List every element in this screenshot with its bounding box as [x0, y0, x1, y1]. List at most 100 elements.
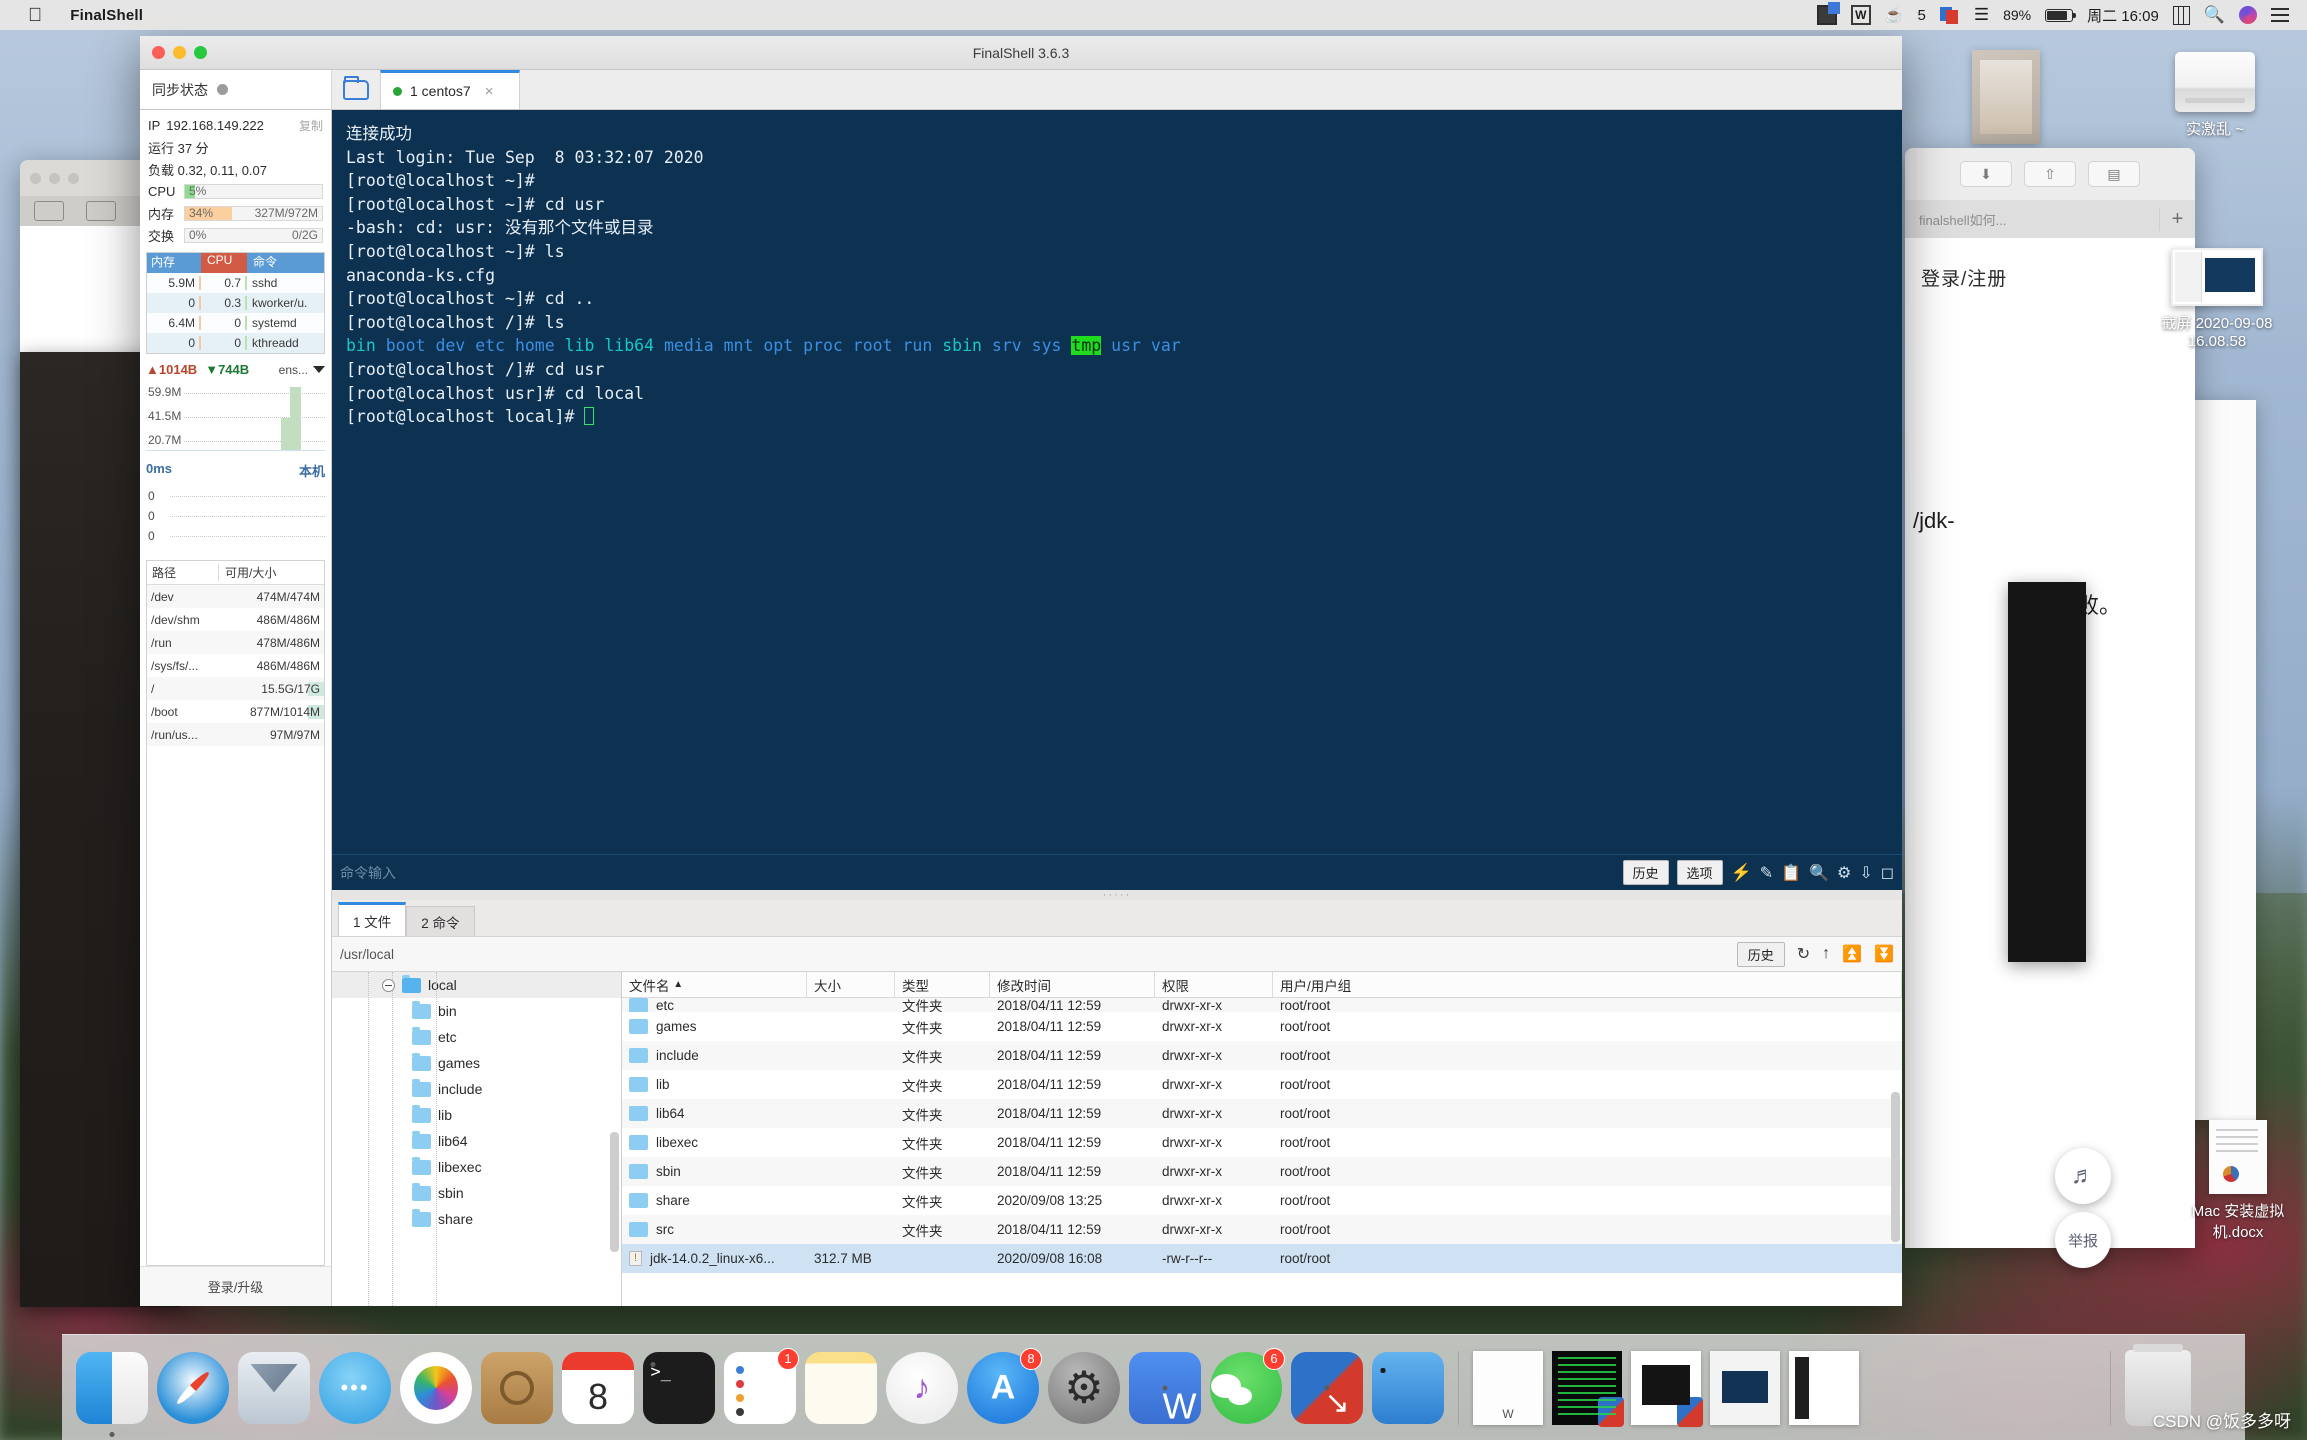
list-item[interactable]: sbin — [332, 1180, 621, 1206]
bg-left-tab-1[interactable] — [34, 201, 64, 221]
dock-item-mail[interactable] — [238, 1351, 310, 1424]
tab-files[interactable]: 1 文件 — [338, 902, 407, 936]
dock-item-appstore[interactable]: 8 — [967, 1347, 1042, 1424]
table-row[interactable]: /boot 877M/1014M — [147, 700, 324, 723]
bg-right-tab-title[interactable]: finalshell如何... — [1905, 210, 2159, 229]
input-method-icon[interactable] — [2172, 5, 2190, 25]
dock-minimized-word-doc[interactable] — [1473, 1350, 1543, 1425]
table-row[interactable]: 0 0 kthreadd — [147, 333, 324, 353]
gear-icon[interactable]: ⚙ — [1837, 863, 1851, 883]
panel-resize-handle[interactable]: ····· — [332, 889, 1902, 901]
report-button[interactable]: 举报 — [2055, 1212, 2111, 1268]
table-row[interactable]: /run/us... 97M/97M — [147, 723, 324, 746]
terminal-panel[interactable]: 连接成功 Last login: Tue Sep 8 03:32:07 2020… — [332, 110, 1902, 901]
share-icon[interactable]: ⇧ — [2024, 161, 2076, 187]
wps-icon[interactable]: W — [1850, 5, 1871, 25]
tabs-icon[interactable]: ▤ — [2088, 161, 2140, 187]
dock-item-system-preferences[interactable] — [1048, 1351, 1120, 1424]
process-header-cmd[interactable]: 命令 — [247, 253, 324, 273]
file-list-scrollbar[interactable] — [1891, 1092, 1900, 1242]
network-interface-label[interactable]: ens... — [279, 363, 308, 377]
column-header-mtime[interactable]: 修改时间 — [990, 972, 1155, 997]
dock-item-finder[interactable] — [76, 1351, 148, 1424]
control-center-icon[interactable] — [2271, 8, 2289, 22]
dock-item-photos[interactable] — [400, 1351, 472, 1424]
list-item[interactable]: games — [332, 1050, 621, 1076]
support-button[interactable]: ♬ — [2055, 1148, 2111, 1204]
column-header-type[interactable]: 类型 — [895, 972, 990, 997]
spotlight-search-icon[interactable]: 🔍 — [2204, 5, 2225, 25]
table-row[interactable]: /run 478M/486M — [147, 631, 324, 654]
dock-item-wps-office[interactable] — [1129, 1351, 1201, 1424]
bg-left-tab-2[interactable] — [86, 201, 116, 221]
column-header-name[interactable]: 文件名 ▲ — [622, 972, 807, 997]
download-icon[interactable]: ⇩ — [1859, 863, 1872, 883]
dock-item-reminders[interactable]: 1 — [724, 1347, 799, 1424]
open-folder-button[interactable] — [332, 70, 380, 109]
table-row[interactable]: libexec 文件夹 2018/04/11 12:59 drwxr-xr-x … — [622, 1128, 1902, 1157]
bolt-icon[interactable]: ⚡ — [1731, 863, 1752, 883]
up-icon[interactable]: ↑ — [1822, 945, 1830, 963]
dock-item-safari[interactable] — [157, 1351, 229, 1424]
background-photo-thumb[interactable] — [1972, 50, 2040, 144]
dock-minimized-vmware[interactable] — [1631, 1350, 1703, 1427]
screen-share-icon[interactable] — [1816, 2, 1840, 25]
table-row[interactable]: lib 文件夹 2018/04/11 12:59 drwxr-xr-x root… — [622, 1070, 1902, 1099]
tab-centos7[interactable]: 1 centos7 × — [380, 70, 520, 109]
drop-icon[interactable]: ☕ — [1885, 6, 1904, 24]
download-icon[interactable]: ⬇ — [1960, 161, 2012, 187]
table-row[interactable]: sbin 文件夹 2018/04/11 12:59 drwxr-xr-x roo… — [622, 1157, 1902, 1186]
process-header-mem[interactable]: 内存 — [147, 253, 201, 273]
collapse-icon[interactable] — [382, 978, 395, 992]
options-button[interactable]: 选项 — [1676, 860, 1723, 885]
table-row[interactable]: src 文件夹 2018/04/11 12:59 drwxr-xr-x root… — [622, 1215, 1902, 1244]
table-row[interactable]: etc 文件夹 2018/04/11 12:59 drwxr-xr-x root… — [622, 998, 1902, 1012]
dock-item-contacts[interactable] — [481, 1351, 553, 1424]
table-row[interactable]: /dev 474M/474M — [147, 585, 324, 608]
window-titlebar[interactable]: FinalShell 3.6.3 — [140, 36, 1902, 70]
command-input-bar[interactable]: 命令输入 历史 选项 ⚡ ✎ 📋 🔍 ⚙ ⇩ ◻ — [332, 854, 1902, 890]
terminal-output[interactable]: 连接成功 Last login: Tue Sep 8 03:32:07 2020… — [332, 110, 1902, 854]
column-header-perm[interactable]: 权限 — [1155, 972, 1273, 997]
table-row[interactable]: games 文件夹 2018/04/11 12:59 drwxr-xr-x ro… — [622, 1012, 1902, 1041]
directory-tree[interactable]: local bin etc games include lib lib64 li… — [332, 972, 622, 1306]
tree-node-local[interactable]: local — [332, 972, 621, 998]
list-item[interactable]: lib64 — [332, 1128, 621, 1154]
disk-header-path[interactable]: 路径 — [147, 564, 219, 581]
chevron-down-icon[interactable] — [313, 366, 325, 373]
tab-commands[interactable]: 2 命令 — [406, 906, 475, 936]
window-icon[interactable]: ◻ — [1881, 863, 1894, 883]
list-item[interactable]: etc — [332, 1024, 621, 1050]
table-row[interactable]: ! jdk-14.0.2_linux-x6... 312.7 MB 2020/09… — [622, 1244, 1902, 1273]
dock-minimized-wechat[interactable] — [1789, 1350, 1859, 1425]
table-row[interactable]: lib64 文件夹 2018/04/11 12:59 drwxr-xr-x ro… — [622, 1099, 1902, 1128]
table-row[interactable]: 0 0.3 kworker/u. — [147, 293, 324, 313]
dock-item-terminal[interactable] — [643, 1351, 715, 1424]
apple-menu-icon[interactable]:  — [28, 6, 42, 25]
table-row[interactable]: 6.4M 0 systemd — [147, 313, 324, 333]
path-input[interactable]: /usr/local — [340, 947, 1725, 962]
list-item[interactable]: bin — [332, 998, 621, 1024]
dock-item-notes[interactable] — [805, 1351, 877, 1424]
new-tab-button[interactable]: + — [2159, 207, 2195, 231]
path-history-button[interactable]: 历史 — [1736, 941, 1785, 967]
process-header-cpu[interactable]: CPU — [201, 253, 247, 273]
table-row[interactable]: /sys/fs/... 486M/486M — [147, 654, 324, 677]
download-icon[interactable]: ⏬ — [1874, 944, 1894, 964]
table-row[interactable]: include 文件夹 2018/04/11 12:59 drwxr-xr-x … — [622, 1041, 1902, 1070]
search-icon[interactable]: 🔍 — [1809, 863, 1829, 883]
dock-item-itunes[interactable] — [886, 1351, 958, 1424]
login-upgrade-button[interactable]: 登录/升级 — [140, 1266, 331, 1306]
desktop-icon-screenshot[interactable]: 截屏 2020-09-08 16.08.58 — [2138, 248, 2296, 350]
dock-item-messages[interactable] — [319, 1351, 391, 1424]
table-row[interactable]: / 15.5G/17G — [147, 677, 324, 700]
refresh-icon[interactable]: ↻ — [1797, 944, 1810, 964]
dock-item-display[interactable] — [1372, 1351, 1444, 1424]
dock-minimized-terminal[interactable] — [1552, 1350, 1624, 1427]
history-button[interactable]: 历史 — [1622, 860, 1669, 885]
list-item[interactable]: include — [332, 1076, 621, 1102]
list-item[interactable]: libexec — [332, 1154, 621, 1180]
command-input-placeholder[interactable]: 命令输入 — [340, 863, 1615, 883]
pencil-icon[interactable]: ✎ — [1760, 863, 1773, 883]
menubar-clock[interactable]: 周二 16:09 — [2087, 5, 2159, 26]
